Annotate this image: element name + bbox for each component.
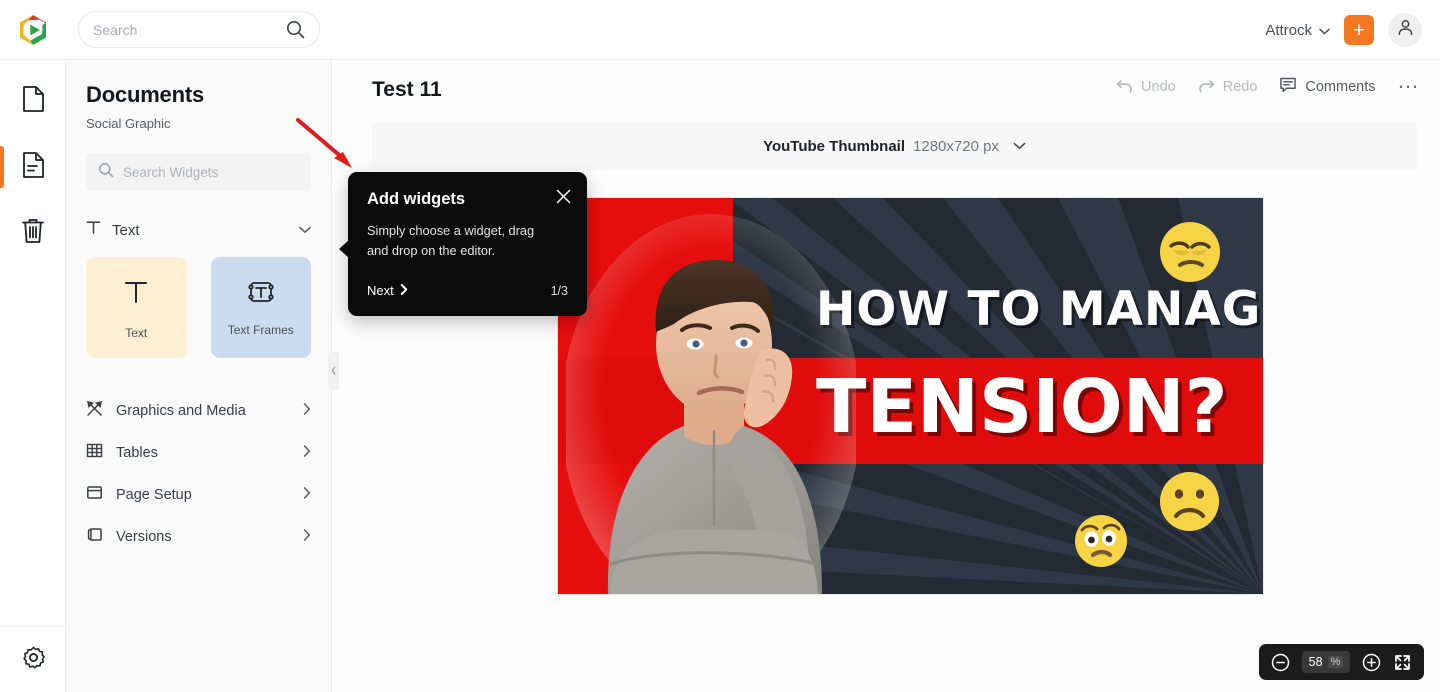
icon-rail [0, 60, 66, 692]
undo-arrow-icon [1116, 78, 1133, 97]
chevron-right-icon [303, 528, 311, 546]
fullscreen-expand-icon[interactable] [1393, 653, 1412, 672]
sidebar-item-trash[interactable] [0, 200, 66, 266]
coachmark-title: Add widgets [367, 190, 466, 208]
chevron-down-icon[interactable] [299, 221, 311, 239]
artboard-headline-line2[interactable]: TENSION? [816, 364, 1228, 450]
more-horizontal-icon[interactable]: ⋯ [1398, 76, 1421, 97]
canvas-preset-name: YouTube Thumbnail [763, 137, 906, 155]
menu-item-label: Graphics and Media [116, 403, 246, 419]
trash-icon [20, 217, 46, 250]
zoom-controls: 58 % [1259, 644, 1424, 680]
comments-label: Comments [1305, 79, 1376, 95]
sidebar-item-settings[interactable] [0, 626, 66, 692]
coachmark-body: Simply choose a widget, drag and drop on… [367, 223, 535, 258]
comment-icon [1279, 76, 1297, 98]
text-t-icon [119, 275, 153, 314]
pensive-face-emoji[interactable] [1158, 220, 1222, 284]
panel-menu: Graphics and Media Tables Page Setup Ver… [86, 390, 311, 558]
global-search[interactable] [78, 11, 320, 48]
panel-collapse-handle[interactable] [328, 352, 339, 390]
menu-item-label: Page Setup [116, 487, 192, 503]
artboard-headline-line1[interactable]: HOW TO MANAGE [816, 282, 1263, 337]
chevron-right-icon [303, 444, 311, 462]
widget-search-input[interactable] [123, 164, 300, 180]
coachmark-footer: Next 1/3 [367, 283, 568, 298]
design-artboard[interactable]: HOW TO MANAGE TENSION? [558, 198, 1263, 594]
chevron-right-icon [400, 283, 408, 298]
undo-label: Undo [1141, 79, 1176, 95]
redo-label: Redo [1222, 79, 1258, 95]
widget-search[interactable] [86, 153, 311, 191]
zoom-out-icon[interactable] [1271, 653, 1290, 672]
widgets-panel: Documents Social Graphic Text [66, 60, 332, 692]
gear-icon [20, 644, 47, 676]
account-area: Attrock + [1265, 0, 1422, 60]
top-bar: Attrock + [0, 0, 1440, 60]
menu-item-page-setup[interactable]: Page Setup [86, 474, 311, 516]
text-frame-icon [244, 278, 278, 311]
coachmark-next-label: Next [367, 283, 394, 298]
menu-item-label: Versions [116, 529, 172, 545]
section-header-text[interactable]: Text [86, 217, 311, 243]
file-blank-icon [21, 85, 46, 118]
file-lines-icon [21, 151, 46, 184]
chevron-right-icon [303, 486, 311, 504]
panel-subtitle: Social Graphic [86, 116, 171, 131]
redo-arrow-icon [1198, 78, 1215, 97]
coachmark-next-button[interactable]: Next [367, 283, 408, 298]
add-new-button[interactable]: + [1344, 15, 1374, 45]
comments-button[interactable]: Comments [1279, 76, 1376, 98]
sidebar-item-pages[interactable] [0, 134, 66, 200]
menu-item-label: Tables [116, 445, 158, 461]
avatar[interactable] [1388, 13, 1422, 47]
widget-card-text[interactable]: Text [86, 257, 187, 358]
chevron-right-icon [303, 402, 311, 420]
widget-card-text-frames[interactable]: Text Frames [210, 257, 311, 358]
coachmark-popover: Add widgets Simply choose a widget, drag… [339, 172, 587, 316]
stressed-young-man-photo[interactable] [566, 204, 856, 594]
redo-button[interactable]: Redo [1198, 78, 1258, 97]
undo-button[interactable]: Undo [1116, 78, 1176, 97]
graphics-media-icon [86, 400, 103, 422]
slightly-frowning-face-emoji[interactable] [1158, 470, 1221, 533]
menu-item-versions[interactable]: Versions [86, 516, 311, 558]
chevron-down-icon[interactable] [1013, 137, 1026, 155]
editor-actions: Undo Redo Comments ⋯ [1116, 76, 1420, 98]
text-t-icon [86, 220, 101, 240]
section-label: Text [112, 221, 140, 239]
page-setup-icon [86, 484, 103, 506]
editor-area: Test 11 Undo Redo Comments ⋯ YouTube Thu… [333, 60, 1440, 692]
account-menu[interactable]: Attrock [1265, 22, 1330, 39]
widget-cards: Text Text Frames [86, 257, 311, 358]
canvas-preset-size: 1280x720 px [913, 137, 999, 155]
search-input[interactable] [93, 21, 286, 38]
close-icon[interactable] [556, 189, 571, 204]
sidebar-item-documents[interactable] [0, 68, 66, 134]
widget-card-label: Text Frames [227, 323, 294, 337]
menu-item-graphics-and-media[interactable]: Graphics and Media [86, 390, 311, 432]
widget-card-label: Text [125, 326, 148, 340]
worried-face-emoji[interactable] [1073, 513, 1129, 569]
account-name-label: Attrock [1265, 21, 1312, 39]
menu-item-tables[interactable]: Tables [86, 432, 311, 474]
attrock-hex-play-logo[interactable] [16, 13, 50, 47]
table-grid-icon [86, 442, 103, 464]
zoom-number: 58 [1308, 655, 1323, 669]
page-title: Documents [86, 82, 204, 107]
zoom-unit: % [1327, 656, 1344, 668]
search-icon [98, 162, 114, 183]
chevron-down-icon [1319, 22, 1330, 39]
coachmark-counter: 1/3 [550, 283, 568, 298]
chevron-left-icon [331, 362, 336, 380]
canvas-preset-bar[interactable]: YouTube Thumbnail 1280x720 px [372, 122, 1417, 170]
plus-icon: + [1352, 18, 1366, 42]
user-avatar-icon [1396, 18, 1415, 42]
search-icon [286, 20, 305, 39]
versions-icon [86, 526, 103, 548]
zoom-value[interactable]: 58 % [1302, 651, 1350, 673]
document-title: Test 11 [372, 78, 442, 101]
zoom-in-icon[interactable] [1362, 653, 1381, 672]
